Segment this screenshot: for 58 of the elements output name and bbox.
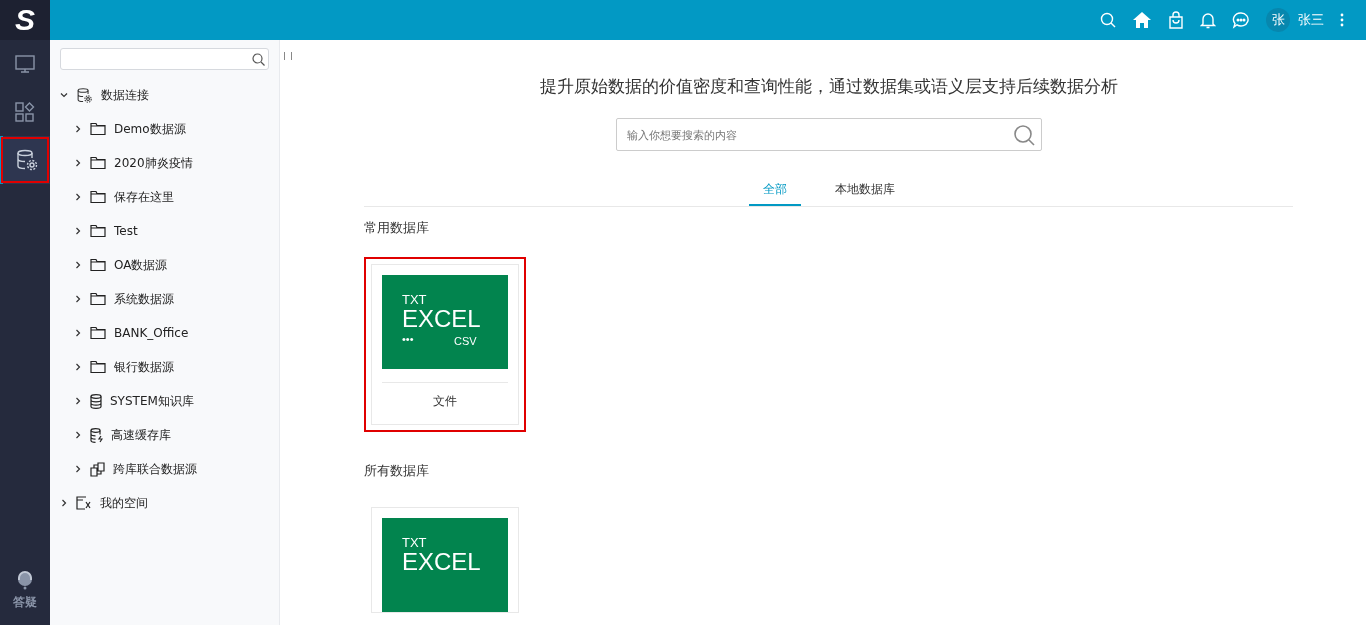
tree-item[interactable]: 我的空间 [50,486,279,520]
data-source-card[interactable]: TXT EXCEL [371,507,519,613]
search-icon [252,53,265,66]
tile-text: EXCEL [402,548,481,576]
more-icon[interactable] [1340,13,1344,27]
tree-item[interactable]: 系统数据源 [50,282,279,316]
tab[interactable]: 全部 [748,181,801,206]
bell-icon[interactable] [1200,11,1216,29]
tree-item[interactable]: 高速缓存库 [50,418,279,452]
tree-item[interactable]: 数据连接 [50,78,279,112]
tree-item[interactable]: Demo数据源 [50,112,279,146]
home-icon[interactable] [1132,11,1152,29]
help-button[interactable]: 答疑 [13,570,37,625]
tile-text: TXT [402,292,427,307]
tile-text: TXT [402,535,427,550]
database-icon [90,393,102,409]
linked-databases-icon [90,461,105,477]
folder-icon [90,360,106,374]
data-source-card[interactable]: TXT EXCEL ••• CSV 文件 [371,264,519,425]
tree-item[interactable]: OA数据源 [50,248,279,282]
search-field[interactable] [60,48,269,70]
database-settings-icon [14,148,39,172]
database-bolt-icon [90,427,103,443]
search-field[interactable]: 输入你想要搜索的内容 [615,118,1042,151]
apps-icon [14,101,36,123]
search-icon[interactable] [1100,12,1116,28]
tree-item[interactable]: 跨库联合数据源 [50,452,279,486]
tree-item[interactable]: BANK_Office [50,316,279,350]
tree-item[interactable]: 银行数据源 [50,350,279,384]
nav-item[interactable] [0,136,50,184]
section-title: 所有数据库 [364,462,430,480]
folder-icon [90,190,106,204]
folder-icon [90,122,106,136]
tree-item[interactable]: 保存在这里 [50,180,279,214]
monitor-icon [14,53,36,75]
folder-icon [90,326,106,340]
tile-text: EXCEL [402,305,481,333]
tab[interactable]: 本地数据库 [820,181,909,206]
chat-icon[interactable] [1232,11,1250,29]
tile-text: ••• [402,333,414,345]
user-avatar[interactable]: 张 [1266,8,1290,32]
folder-icon [90,258,106,272]
section-title: 常用数据库 [364,219,430,237]
database-settings-icon [76,86,93,104]
logo: S [0,0,50,40]
tile-text: CSV [454,335,477,347]
folder-icon [90,292,106,306]
folder-icon [90,224,106,238]
shopping-bag-icon[interactable] [1168,11,1184,29]
tree-item[interactable]: 2020肺炎疫情 [50,146,279,180]
search-icon [1012,124,1035,146]
headline: 提升原始数据的价值密度和查询性能，通过数据集或语义层支持后续数据分析 [538,75,1119,98]
folder-icon [90,156,106,170]
collapse-handle[interactable] [284,52,292,60]
tree-item[interactable]: SYSTEM知识库 [50,384,279,418]
card-label: 文件 [382,382,508,424]
folder-user-icon [76,496,92,510]
tree-item[interactable]: Test [50,214,279,248]
